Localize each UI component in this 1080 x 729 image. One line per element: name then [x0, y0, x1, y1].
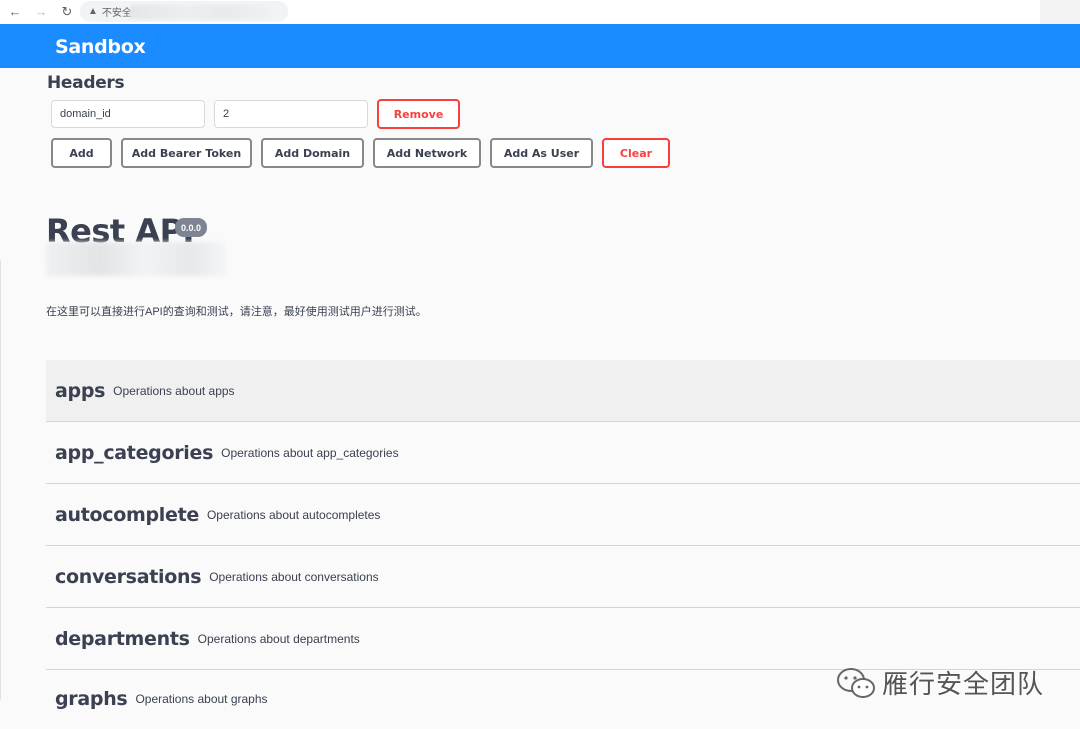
- tag-section-app-categories[interactable]: app_categories Operations about app_cate…: [46, 422, 1080, 484]
- add-network-button[interactable]: Add Network: [373, 138, 481, 168]
- tag-name: apps: [55, 379, 106, 402]
- api-description: 在这里可以直接进行API的查询和测试，请注意，最好使用测试用户进行测试。: [46, 306, 427, 318]
- watermark-text: 雁行安全团队: [882, 670, 1045, 700]
- tag-name: app_categories: [55, 441, 214, 464]
- tag-section-conversations[interactable]: conversations Operations about conversat…: [46, 546, 1080, 608]
- add-as-user-button[interactable]: Add As User: [490, 138, 593, 168]
- tag-description: Operations about apps: [113, 383, 235, 398]
- top-bar: Sandbox: [0, 24, 1080, 68]
- tag-section-departments[interactable]: departments Operations about departments: [46, 608, 1080, 670]
- header-key-input[interactable]: domain_id: [51, 100, 205, 128]
- app-title: Sandbox: [55, 36, 146, 58]
- back-arrow-icon[interactable]: ←: [8, 5, 22, 19]
- tag-description: Operations about graphs: [135, 691, 268, 706]
- watermark: 雁行安全团队: [836, 664, 1044, 701]
- tag-section-autocomplete[interactable]: autocomplete Operations about autocomple…: [46, 484, 1080, 546]
- version-badge: 0.0.0: [175, 218, 207, 237]
- redacted-info: [46, 242, 226, 276]
- clear-button[interactable]: Clear: [602, 138, 670, 168]
- add-bearer-token-button[interactable]: Add Bearer Token: [121, 138, 252, 168]
- reload-icon[interactable]: ↻: [60, 5, 74, 19]
- tag-section-apps[interactable]: apps Operations about apps: [46, 360, 1080, 422]
- tag-description: Operations about autocompletes: [206, 507, 381, 522]
- headers-title: Headers: [47, 73, 125, 93]
- wechat-icon: [837, 667, 875, 698]
- toolbar-extension-area: [1040, 0, 1080, 24]
- redacted-url: [130, 5, 270, 19]
- header-value-input[interactable]: 2: [214, 100, 368, 128]
- tag-name: departments: [55, 627, 190, 650]
- add-domain-button[interactable]: Add Domain: [261, 138, 364, 168]
- warning-triangle-icon: ▲: [88, 6, 98, 17]
- browser-toolbar: ← → ↻ ▲ 不安全: [0, 0, 1080, 24]
- tag-description: Operations about departments: [197, 631, 360, 646]
- remove-header-button[interactable]: Remove: [377, 99, 460, 129]
- add-button[interactable]: Add: [51, 138, 112, 168]
- tag-name: autocomplete: [55, 503, 199, 526]
- security-label: 不安全: [101, 8, 132, 19]
- forward-arrow-icon[interactable]: →: [34, 5, 48, 19]
- tag-description: Operations about app_categories: [221, 445, 399, 460]
- tag-name: conversations: [55, 565, 202, 588]
- tag-description: Operations about conversations: [209, 569, 379, 584]
- left-divider: [0, 260, 1, 700]
- tag-name: graphs: [55, 687, 128, 710]
